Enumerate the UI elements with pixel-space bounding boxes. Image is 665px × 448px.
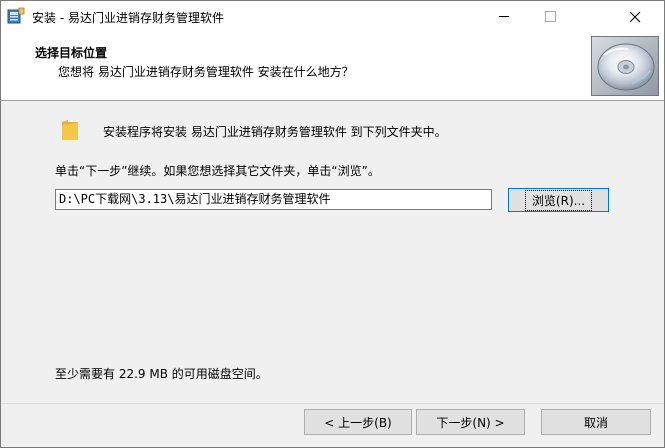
close-button[interactable] xyxy=(605,1,664,32)
wizard-header: 选择目标位置 您想将 易达门业进销存财务管理软件 安装在什么地方？ xyxy=(1,32,664,101)
instruction-text: 单击“下一步”继续。如果您想选择其它文件夹，单击“浏览”。 xyxy=(55,164,380,178)
wizard-content: 安装程序将安装 易达门业进销存财务管理软件 到下列文件夹中。 单击“下一步”继续… xyxy=(1,101,664,403)
title-bar[interactable]: 安装 - 易达门业进销存财务管理软件 xyxy=(1,1,664,32)
folder-icon xyxy=(62,120,78,140)
browse-button[interactable]: 浏览(R)... xyxy=(508,188,609,212)
install-path-input[interactable] xyxy=(55,189,492,210)
back-button[interactable]: < 上一步(B) xyxy=(304,409,412,435)
window-title: 安装 - 易达门业进销存财务管理软件 xyxy=(32,11,224,25)
page-title: 选择目标位置 xyxy=(35,46,108,60)
page-subtitle: 您想将 易达门业进销存财务管理软件 安装在什么地方？ xyxy=(58,65,354,79)
minimize-button[interactable] xyxy=(481,1,527,32)
next-button[interactable]: 下一步(N) > xyxy=(416,409,525,435)
browse-button-label: 浏览(R)... xyxy=(524,189,593,211)
minimize-icon xyxy=(499,16,509,17)
maximize-icon xyxy=(544,11,556,22)
maximize-button[interactable] xyxy=(527,1,573,32)
installer-window: 安装 - 易达门业进销存财务管理软件 选择目标位置 您想将 易达门业进销存财务管… xyxy=(0,0,665,448)
cancel-button[interactable]: 取消 xyxy=(541,409,651,435)
cd-disc-icon xyxy=(597,43,655,91)
intro-text: 安装程序将安装 易达门业进销存财务管理软件 到下列文件夹中。 xyxy=(103,125,447,139)
header-image xyxy=(591,36,659,96)
disk-space-text: 至少需要有 22.9 MB 的可用磁盘空间。 xyxy=(55,367,268,381)
installer-icon xyxy=(7,7,25,24)
close-icon xyxy=(629,11,640,22)
